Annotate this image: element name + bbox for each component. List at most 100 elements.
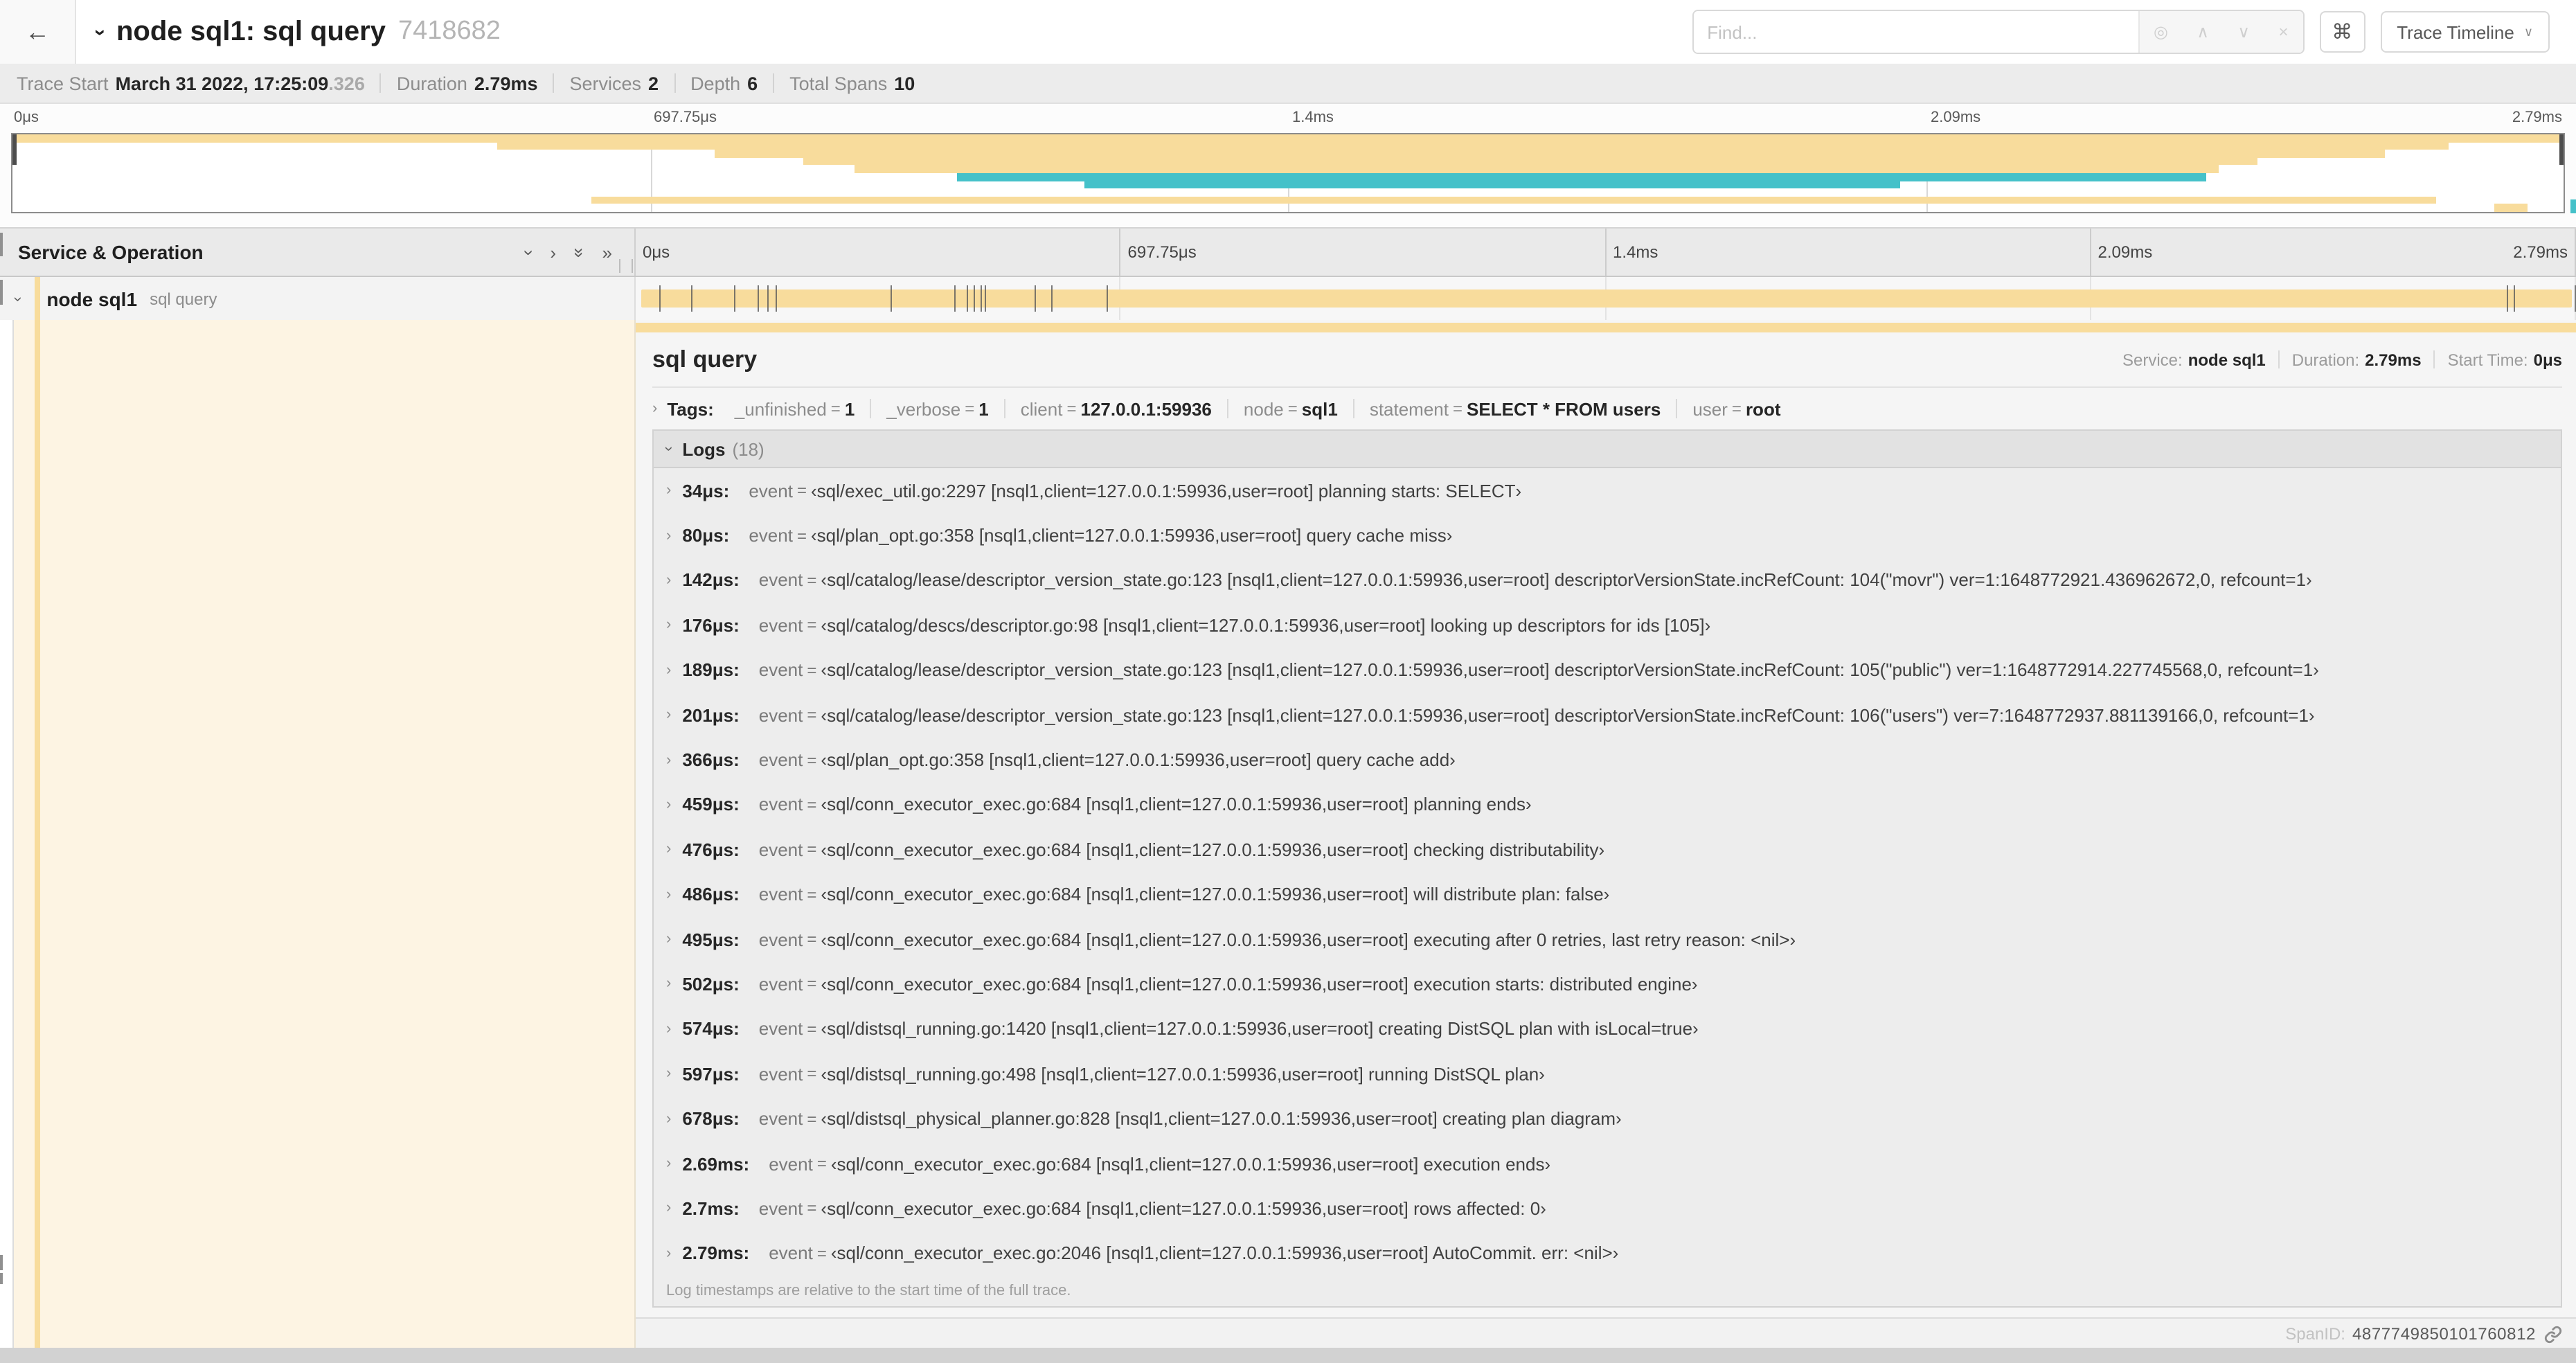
- log-marker-tick[interactable]: [954, 285, 956, 312]
- trace-collapse-chevron-icon[interactable]: ›: [89, 28, 112, 35]
- log-field-key: event: [758, 704, 803, 726]
- log-field-value: ‹sql/plan_opt.go:358 [nsql1,client=127.0…: [810, 525, 1453, 546]
- log-field-value: ‹sql/exec_util.go:2297 [nsql1,client=127…: [810, 480, 1522, 501]
- next-match-icon[interactable]: ∨: [2237, 22, 2250, 42]
- minimap-canvas[interactable]: [11, 133, 2565, 213]
- back-button[interactable]: ←: [0, 0, 76, 64]
- logs-header[interactable]: › Logs (18): [654, 431, 2561, 468]
- log-expand-chevron-icon: ›: [666, 527, 672, 544]
- log-row[interactable]: › 486μs: event = ‹sql/conn_executor_exec.go:…: [654, 872, 2561, 917]
- span-timeline-cell[interactable]: [636, 277, 2576, 320]
- page-title: node sql1: sql query: [116, 16, 386, 46]
- span-name-cell[interactable]: › node sql1 sql query: [0, 277, 636, 320]
- left-scroll-mark: [0, 1273, 3, 1284]
- tag-value: 1: [978, 398, 989, 419]
- minimap-span-bar: [2494, 204, 2528, 212]
- span-operation-name: sql query: [150, 289, 217, 308]
- log-field-value: ‹sql/catalog/descs/descriptor.go:98 [nsq…: [821, 614, 1711, 636]
- log-marker-tick[interactable]: [659, 285, 661, 312]
- bottom-scrollbar-track[interactable]: [0, 1348, 2576, 1363]
- log-field-value: ‹sql/conn_executor_exec.go:684 [nsql1,cl…: [821, 1197, 1546, 1219]
- log-equals: =: [807, 705, 817, 725]
- summary-label: Duration:: [2291, 350, 2360, 369]
- stat-divider: [379, 73, 382, 93]
- logs-section: › Logs (18) › 34μs: event = ‹sql/exec_util.g…: [652, 429, 2562, 1308]
- log-marker-tick[interactable]: [758, 285, 760, 312]
- timeline-minimap: 0μs 697.75μs 1.4ms 2.09ms 2.79ms: [0, 104, 2576, 227]
- log-timestamp: 80μs:: [682, 525, 730, 546]
- stat-label: Total Spans: [789, 73, 888, 93]
- log-marker-tick[interactable]: [767, 285, 769, 312]
- column-resizer[interactable]: [619, 259, 633, 273]
- expand-all-icon[interactable]: »: [602, 243, 612, 261]
- log-row[interactable]: › 574μs: event = ‹sql/distsql_running.go:142…: [654, 1006, 2561, 1051]
- log-field-value: ‹sql/distsql_running.go:1420 [nsql1,clie…: [821, 1018, 1699, 1040]
- link-icon[interactable]: [2544, 1325, 2562, 1343]
- expand-one-icon[interactable]: ›: [550, 243, 556, 261]
- locate-icon[interactable]: ◎: [2154, 22, 2168, 42]
- span-collapse-chevron-icon[interactable]: ›: [10, 296, 26, 301]
- service-operation-label: Service & Operation: [18, 241, 204, 263]
- tag-item: statement = SELECT * FROM users: [1354, 398, 1676, 419]
- log-marker-tick[interactable]: [691, 285, 693, 312]
- log-marker-tick[interactable]: [890, 285, 892, 312]
- log-marker-tick[interactable]: [734, 285, 736, 312]
- minimap-drag-handle-right[interactable]: [2559, 134, 2564, 165]
- minimap-drag-handle-left[interactable]: [12, 134, 17, 165]
- log-marker-tick[interactable]: [2506, 285, 2508, 312]
- log-marker-tick[interactable]: [980, 285, 982, 312]
- log-field-key: event: [758, 884, 803, 905]
- collapse-one-icon[interactable]: ›: [519, 249, 539, 256]
- log-row[interactable]: › 201μs: event = ‹sql/catalog/lease/descript…: [654, 693, 2561, 738]
- prev-match-icon[interactable]: ∧: [2197, 22, 2209, 42]
- log-expand-chevron-icon: ›: [666, 706, 672, 724]
- log-row[interactable]: › 34μs: event = ‹sql/exec_util.go:2297 [nsql…: [654, 468, 2561, 513]
- log-timestamp: 678μs:: [682, 1108, 740, 1130]
- log-row[interactable]: › 495μs: event = ‹sql/conn_executor_exec.go:…: [654, 917, 2561, 962]
- collapse-all-icon[interactable]: »: [569, 247, 589, 257]
- log-row[interactable]: › 597μs: event = ‹sql/distsql_running.go:498…: [654, 1051, 2561, 1096]
- log-row[interactable]: › 2.79ms: event = ‹sql/conn_executor_exec.go…: [654, 1231, 2561, 1276]
- detail-span-bar[interactable]: [636, 323, 2576, 332]
- log-row[interactable]: › 459μs: event = ‹sql/conn_executor_exec.go:…: [654, 782, 2561, 827]
- log-marker-tick[interactable]: [985, 285, 987, 312]
- ruler-tick-label: 2.09ms: [2098, 242, 2153, 262]
- log-row[interactable]: › 142μs: event = ‹sql/catalog/lease/descript…: [654, 558, 2561, 603]
- log-marker-tick[interactable]: [974, 285, 976, 312]
- keyboard-shortcuts-button[interactable]: ⌘: [2319, 11, 2365, 53]
- chevron-down-icon: ∨: [2523, 24, 2533, 38]
- tag-equals: =: [1731, 399, 1742, 418]
- log-marker-tick[interactable]: [1050, 285, 1053, 312]
- log-row[interactable]: › 678μs: event = ‹sql/distsql_physical_plann…: [654, 1096, 2561, 1141]
- log-row[interactable]: › 189μs: event = ‹sql/catalog/lease/descript…: [654, 648, 2561, 693]
- minimap-tick-label: 1.4ms: [1292, 109, 1334, 126]
- clear-search-icon[interactable]: ×: [2278, 22, 2288, 42]
- log-row[interactable]: › 176μs: event = ‹sql/catalog/descs/descript…: [654, 603, 2561, 648]
- stat-value: 6: [747, 73, 758, 93]
- view-dropdown-button[interactable]: Trace Timeline ∨: [2380, 11, 2550, 53]
- log-marker-tick[interactable]: [775, 285, 777, 312]
- log-row[interactable]: › 476μs: event = ‹sql/conn_executor_exec.go:…: [654, 827, 2561, 872]
- log-row[interactable]: › 2.69ms: event = ‹sql/conn_executor_exec.go…: [654, 1141, 2561, 1186]
- span-duration-bar[interactable]: [641, 289, 2573, 308]
- log-expand-chevron-icon: ›: [666, 616, 672, 634]
- log-row[interactable]: › 2.7ms: event = ‹sql/conn_executor_exec.go:…: [654, 1186, 2561, 1231]
- tag-equals: =: [1287, 399, 1298, 418]
- log-row[interactable]: › 80μs: event = ‹sql/plan_opt.go:358 [nsql1,…: [654, 513, 2561, 558]
- minimap-span-bar: [497, 142, 2449, 150]
- summary-value: 0μs: [2533, 350, 2562, 369]
- find-input[interactable]: [1693, 11, 2138, 53]
- tag-item: node = sql1: [1228, 398, 1353, 419]
- log-row[interactable]: › 366μs: event = ‹sql/plan_opt.go:358 [nsql1…: [654, 738, 2561, 783]
- minimap-tick-label: 0μs: [14, 109, 39, 126]
- log-row[interactable]: › 502μs: event = ‹sql/conn_executor_exec.go:…: [654, 962, 2561, 1007]
- log-marker-tick[interactable]: [967, 285, 969, 312]
- span-row[interactable]: › node sql1 sql query: [0, 277, 2576, 320]
- tag-key: user: [1692, 398, 1728, 419]
- tags-row[interactable]: › Tags: _unfinished = 1 _verbose = 1 client = 127.…: [652, 388, 2562, 429]
- log-timestamp: 189μs:: [682, 659, 740, 681]
- log-marker-tick[interactable]: [2513, 285, 2515, 312]
- log-marker-tick[interactable]: [1107, 285, 1109, 312]
- log-marker-tick[interactable]: [1035, 285, 1037, 312]
- log-equals: =: [807, 570, 817, 590]
